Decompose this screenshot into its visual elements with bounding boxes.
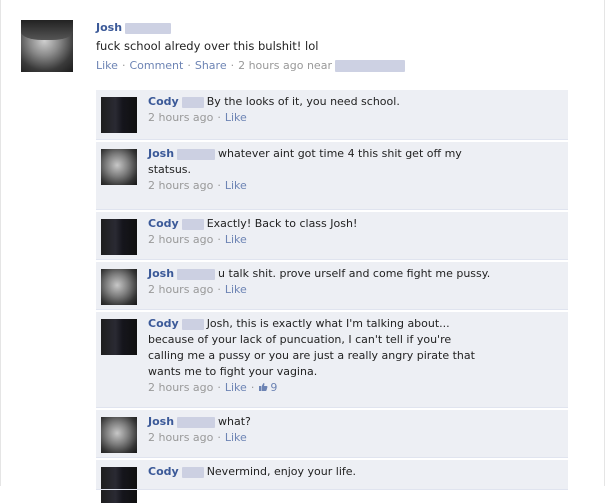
comment-like-link[interactable]: Like: [225, 431, 247, 444]
redacted-surname: [181, 318, 204, 330]
comment-timestamp: 2 hours ago: [148, 283, 214, 296]
comment-content: Cody Josh, this is exactly what I'm talki…: [148, 316, 558, 396]
comment-author-name[interactable]: Cody: [148, 95, 179, 108]
comment-timestamp: 2 hours ago: [148, 179, 214, 192]
thumbs-up-icon: [259, 383, 268, 391]
comment-author-name[interactable]: Josh: [148, 415, 174, 428]
comment-timestamp: 2 hours ago: [148, 381, 214, 394]
comment-text: Josh, this is exactly what I'm talking a…: [206, 317, 450, 330]
comment-text: u talk shit. prove urself and come fight…: [218, 267, 491, 280]
comment-meta: 2 hours ago · Like: [148, 179, 247, 192]
comment-like-link[interactable]: Like: [225, 111, 247, 124]
redacted-surname: [177, 416, 216, 428]
comment-timestamp: 2 hours ago: [148, 233, 214, 246]
redacted-surname: [177, 268, 216, 280]
comment-content: Cody By the looks of it, you need school.…: [148, 94, 558, 126]
comment-author-avatar[interactable]: [101, 219, 137, 255]
comment-text: calling me a pussy or you are just a rea…: [148, 349, 475, 362]
comment-content: Cody Exactly! Back to class Josh! 2 hours …: [148, 216, 558, 248]
comment-author-avatar[interactable]: [101, 417, 137, 453]
comment-author-name[interactable]: Josh: [148, 267, 174, 280]
comment-meta: 2 hours ago · Like: [148, 431, 247, 444]
redacted-surname: [181, 218, 204, 230]
post-comment-link[interactable]: Comment: [129, 59, 183, 72]
like-count[interactable]: 9: [258, 381, 277, 394]
post-timestamp: 2 hours ago near: [238, 59, 332, 72]
comment-like-link[interactable]: Like: [225, 233, 247, 246]
comment-author-avatar[interactable]: [101, 97, 137, 133]
comment-text: Nevermind, enjoy your life.: [206, 465, 357, 478]
comment-author-name[interactable]: Cody: [148, 465, 179, 478]
post-actions: Like · Comment · Share · 2 hours ago near: [96, 58, 576, 74]
comment-item: Josh u talk shit. prove urself and come f…: [96, 262, 568, 310]
comment-like-link[interactable]: Like: [225, 179, 247, 192]
post-like-link[interactable]: Like: [96, 59, 118, 72]
comment-item: Josh what? 2 hours ago · Like: [96, 410, 568, 458]
comment-content: Josh what? 2 hours ago · Like: [148, 414, 558, 446]
redacted-surname: [181, 466, 204, 478]
comment-author-name[interactable]: Cody: [148, 317, 179, 330]
comment-text: whatever aint got time 4 this shit get o…: [218, 147, 462, 160]
post-share-link[interactable]: Share: [195, 59, 227, 72]
comment-text: what?: [218, 415, 251, 428]
post-body: Josh fuck school alredy over this bulshi…: [96, 20, 576, 74]
comment-author-name[interactable]: Josh: [148, 147, 174, 160]
comment-author-avatar[interactable]: [101, 149, 137, 185]
like-count-value: 9: [270, 381, 278, 394]
comment-author-avatar[interactable]: [101, 269, 137, 305]
comment-like-link[interactable]: Like: [225, 283, 247, 296]
comment-content: Josh whatever aint got time 4 this shit g…: [148, 146, 558, 194]
post-author-name[interactable]: Josh: [96, 21, 122, 34]
comment-text: because of your lack of puncuation, I ca…: [148, 333, 452, 346]
comment-author-name[interactable]: Cody: [148, 217, 179, 230]
comment-meta: 2 hours ago · Like: [148, 111, 247, 124]
comment-content: Cody Nevermind, enjoy your life.: [148, 464, 558, 480]
post-text: fuck school alredy over this bulshit! lo…: [96, 39, 319, 53]
comment-timestamp: 2 hours ago: [148, 111, 214, 124]
comment-author-avatar[interactable]: [101, 467, 137, 503]
post-author-avatar[interactable]: [21, 20, 73, 72]
feed-frame: Josh fuck school alredy over this bulshi…: [0, 0, 605, 503]
comment-item: Cody Exactly! Back to class Josh! 2 hours …: [96, 212, 568, 260]
comment-item: Josh whatever aint got time 4 this shit g…: [96, 142, 568, 210]
comment-timestamp: 2 hours ago: [148, 431, 214, 444]
redacted-surname: [177, 148, 216, 160]
comment-content: Josh u talk shit. prove urself and come f…: [148, 266, 558, 298]
comment-like-link[interactable]: Like: [225, 381, 247, 394]
comment-meta: 2 hours ago · Like: [148, 283, 247, 296]
comment-meta: 2 hours ago · Like: [148, 233, 247, 246]
comment-item: Cody Josh, this is exactly what I'm talki…: [96, 312, 568, 408]
comment-author-avatar[interactable]: [101, 319, 137, 355]
comment-meta: 2 hours ago · Like · 9: [148, 381, 278, 394]
comment-text: Exactly! Back to class Josh!: [206, 217, 358, 230]
comment-text: wants me to fight your vagina.: [148, 365, 318, 378]
redacted-surname: [181, 96, 204, 108]
comment-text: By the looks of it, you need school.: [206, 95, 400, 108]
comment-text: statsus.: [148, 163, 192, 176]
redacted-location: [334, 60, 405, 72]
redacted-surname: [125, 22, 172, 34]
comment-item: Cody By the looks of it, you need school.…: [96, 90, 568, 140]
